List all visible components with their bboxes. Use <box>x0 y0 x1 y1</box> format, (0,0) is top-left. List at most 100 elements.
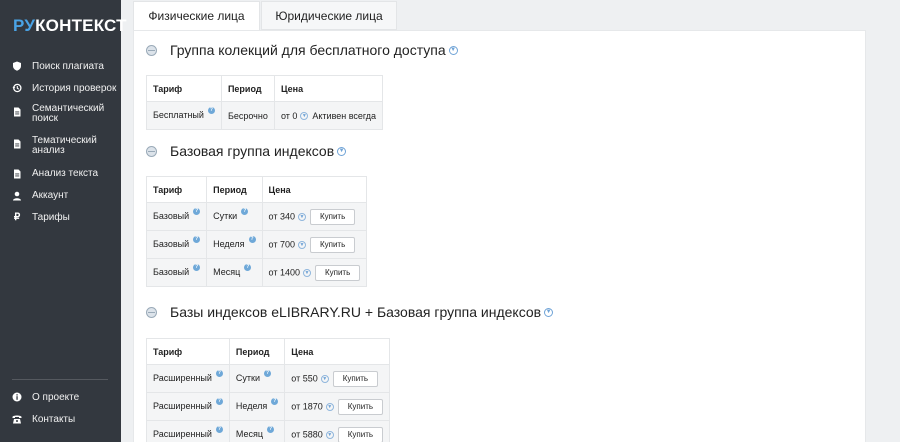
document-icon <box>12 107 22 117</box>
tariff-name: Базовый <box>153 267 190 277</box>
help-icon[interactable]: ? <box>207 107 215 114</box>
column-header-tariff: Тариф <box>145 176 208 203</box>
buy-button[interactable]: Купить <box>309 236 356 253</box>
tariff-table: Тариф Период Цена Бесплатный? Бесрочно о… <box>146 75 384 130</box>
period-value: Сутки <box>235 373 260 383</box>
price-value: от 340 <box>268 210 295 221</box>
help-icon[interactable]: ? <box>264 370 271 377</box>
nav-item-plagiarism[interactable]: Поиск плагиата <box>0 60 121 74</box>
help-icon[interactable]: ? <box>267 426 275 433</box>
chevron-down-icon[interactable]: ▼ <box>325 430 334 439</box>
column-header-period: Период <box>228 338 286 365</box>
price-cell: от 1400 ▼ Купить <box>261 258 368 287</box>
nav-item-text-analysis[interactable]: Анализ текста <box>0 167 121 181</box>
table-row: Расширенный? Месяц? от 5880 ▼ Купить <box>146 420 391 442</box>
period-cell: Месяц? <box>206 258 263 287</box>
nav-label: Семантический поиск <box>32 103 105 124</box>
chevron-down-icon[interactable]: ▼ <box>302 268 311 277</box>
shield-icon <box>12 61 22 71</box>
help-icon[interactable]: ? <box>241 208 249 215</box>
help-icon[interactable]: ? <box>271 398 279 405</box>
history-icon <box>12 83 22 93</box>
tariff-name: Расширенный <box>153 373 212 383</box>
chevron-down-icon[interactable]: ▼ <box>320 374 329 383</box>
section-title: Базовая группа индексов ▼ <box>146 143 347 159</box>
nav-item-tariffs[interactable]: ₽ Тарифы <box>0 211 121 225</box>
chevron-down-icon[interactable]: ▼ <box>337 146 347 156</box>
column-header-price: Цена <box>261 176 368 203</box>
table-row: Базовый? Неделя? от 700 ▼ Купить <box>145 230 368 259</box>
help-icon[interactable]: ? <box>215 370 223 377</box>
tariff-name: Базовый <box>153 239 190 249</box>
price-value: от 1870 <box>291 400 323 411</box>
tabs: Физические лица Юридические лица <box>133 0 397 30</box>
nav-label: Контакты <box>32 414 76 425</box>
section-title: Базы индексов eLIBRARY.RU + Базовая груп… <box>146 304 554 320</box>
sidebar: РУКОНТЕКСТ Поиск плагиата История провер… <box>0 0 126 442</box>
chevron-down-icon[interactable]: ▼ <box>300 112 309 121</box>
column-header-price: Цена <box>273 75 384 102</box>
table-row: Расширенный? Сутки? от 550 ▼ Купить <box>146 364 391 393</box>
tariff-name: Бесплатный <box>153 110 204 120</box>
price-value: от 1400 <box>268 266 300 277</box>
status-text: Активен всегда <box>312 110 377 121</box>
main-content: Физические лица Юридические лица Группа … <box>133 0 866 442</box>
nav-item-account[interactable]: Аккаунт <box>0 189 121 203</box>
period-value: Сутки <box>213 211 238 221</box>
tariff-cell: Бесплатный? <box>146 101 222 130</box>
chevron-down-icon[interactable]: ▼ <box>297 212 306 221</box>
buy-button[interactable]: Купить <box>332 370 379 387</box>
buy-button[interactable]: Купить <box>337 426 384 442</box>
tariff-cell: Расширенный? <box>146 392 230 421</box>
period-value: Неделя <box>213 239 245 249</box>
help-icon[interactable]: ? <box>215 398 223 405</box>
column-header-period: Период <box>206 176 263 203</box>
document-icon <box>12 139 22 149</box>
chevron-down-icon[interactable]: ▼ <box>544 307 554 317</box>
nav-item-contacts[interactable]: Контакты <box>0 413 121 427</box>
table-row: Расширенный? Неделя? от 1870 ▼ Купить <box>146 392 391 421</box>
nav-label: Тарифы <box>32 212 70 223</box>
nav-item-semantic-search[interactable]: Семантический поиск <box>0 104 121 128</box>
tariff-name: Расширенный <box>153 401 212 411</box>
column-header-tariff: Тариф <box>146 338 230 365</box>
globe-icon <box>146 44 157 56</box>
chevron-down-icon[interactable]: ▼ <box>297 240 306 249</box>
buy-button[interactable]: Купить <box>309 208 356 225</box>
buy-button[interactable]: Купить <box>314 264 361 281</box>
help-icon[interactable]: ? <box>215 426 223 433</box>
buy-button[interactable]: Купить <box>337 398 384 415</box>
help-icon[interactable]: ? <box>244 264 252 271</box>
info-icon <box>12 392 22 402</box>
sidebar-divider <box>12 379 108 380</box>
chevron-down-icon[interactable]: ▼ <box>448 45 458 55</box>
nav-item-thematic-analysis[interactable]: Тематический анализ <box>0 136 121 160</box>
logo-part-kontekst: КОНТЕКСТ <box>35 16 127 35</box>
period-value: Месяц <box>213 267 241 277</box>
column-header-price: Цена <box>284 338 391 365</box>
tariff-cell: Базовый? <box>145 202 208 231</box>
tariff-name: Базовый <box>153 211 190 221</box>
logo[interactable]: РУКОНТЕКСТ <box>13 16 127 36</box>
nav-item-history[interactable]: История проверок <box>0 82 121 96</box>
globe-icon <box>146 145 157 157</box>
period-cell: Месяц? <box>228 420 286 442</box>
help-icon[interactable]: ? <box>193 264 201 271</box>
help-icon[interactable]: ? <box>248 236 256 243</box>
chevron-down-icon[interactable]: ▼ <box>325 402 334 411</box>
price-value: от 0 <box>280 110 298 121</box>
period-cell: Бесрочно <box>220 101 275 130</box>
price-value: от 700 <box>268 238 295 249</box>
tab-individuals[interactable]: Физические лица <box>133 1 260 30</box>
help-icon[interactable]: ? <box>193 236 201 243</box>
nav-item-about[interactable]: О проекте <box>0 391 121 405</box>
help-icon[interactable]: ? <box>193 208 201 215</box>
tariff-cell: Базовый? <box>145 258 208 287</box>
price-cell: от 700 ▼ Купить <box>261 230 368 259</box>
tab-legal-entities[interactable]: Юридические лица <box>261 1 397 30</box>
nav-label: Анализ текста <box>32 168 99 179</box>
price-value: от 550 <box>291 372 318 383</box>
price-cell: от 5880 ▼ Купить <box>284 420 391 442</box>
nav-label: Аккаунт <box>32 190 69 201</box>
column-header-tariff: Тариф <box>146 75 222 102</box>
